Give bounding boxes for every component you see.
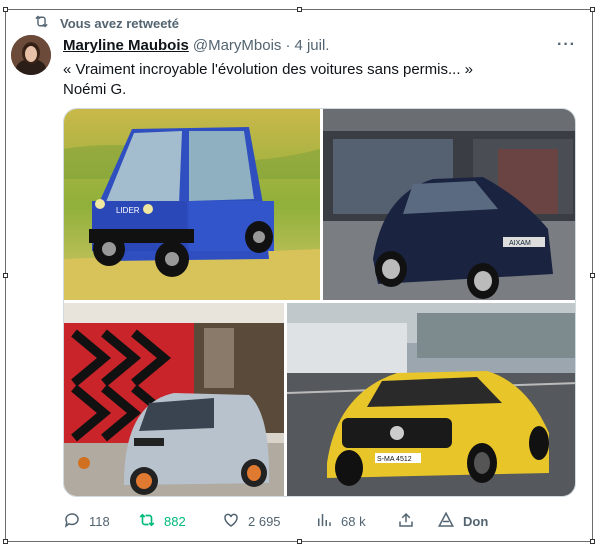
- citroen-ami-image[interactable]: [64, 303, 284, 496]
- views-button[interactable]: 68 k: [315, 511, 366, 532]
- retweet-icon: [138, 511, 156, 532]
- tweet-text: « Vraiment incroyable l'évolution des vo…: [63, 61, 474, 98]
- like-count: 2 695: [248, 514, 281, 529]
- views-count: 68 k: [341, 514, 366, 529]
- retweet-small-icon: [33, 13, 50, 33]
- resize-handle-top-right[interactable]: [590, 7, 595, 12]
- tweet-header: Maryline Maubois @MaryMbois · 4 juil.: [63, 37, 329, 54]
- more-options-icon[interactable]: ···: [557, 36, 576, 54]
- media-grid[interactable]: LIDER AIXAM S-MA 4512: [63, 108, 576, 497]
- retweet-context-label: Vous avez retweeté: [60, 15, 179, 31]
- blue-microcar-lider-image[interactable]: LIDER: [64, 109, 320, 300]
- views-chart-icon: [315, 511, 333, 532]
- separator-dot: ·: [285, 37, 291, 54]
- resize-handle-bottom-right[interactable]: [590, 539, 595, 544]
- resize-handle-top-center[interactable]: [297, 7, 302, 12]
- resize-handle-middle-right[interactable]: [590, 273, 595, 278]
- resize-handle-bottom-left[interactable]: [3, 539, 8, 544]
- resize-handle-bottom-center[interactable]: [297, 539, 302, 544]
- license-plate: S-MA 4512: [377, 456, 412, 463]
- donate-label: Don: [463, 514, 489, 529]
- donate-icon: [437, 511, 455, 532]
- heart-icon: [222, 511, 240, 532]
- donate-button[interactable]: Don: [437, 511, 488, 532]
- svg-text:LIDER: LIDER: [116, 206, 140, 215]
- like-button[interactable]: 2 695: [222, 511, 281, 532]
- dark-blue-aixam-microcar-image[interactable]: AIXAM: [323, 109, 575, 300]
- tweet-actions: 118 882 2 695 68 k Don: [63, 511, 533, 533]
- reply-icon: [63, 511, 81, 532]
- tweet-date[interactable]: 4 juil.: [294, 37, 329, 54]
- share-icon: [397, 511, 415, 532]
- svg-text:AIXAM: AIXAM: [509, 240, 531, 247]
- author-handle[interactable]: @MaryMbois: [193, 37, 282, 54]
- retweet-context: Vous avez retweeté: [33, 13, 179, 33]
- avatar[interactable]: [11, 35, 51, 75]
- share-button[interactable]: [397, 511, 415, 532]
- reply-count: 118: [89, 514, 110, 529]
- resize-handle-middle-left[interactable]: [3, 273, 8, 278]
- yellow-mercedes-amg-image[interactable]: S-MA 4512: [287, 303, 575, 496]
- author-name[interactable]: Maryline Maubois: [63, 37, 189, 54]
- resize-handle-top-left[interactable]: [3, 7, 8, 12]
- retweet-count: 882: [164, 514, 186, 529]
- reply-button[interactable]: 118: [63, 511, 110, 532]
- retweet-button[interactable]: 882: [138, 511, 186, 532]
